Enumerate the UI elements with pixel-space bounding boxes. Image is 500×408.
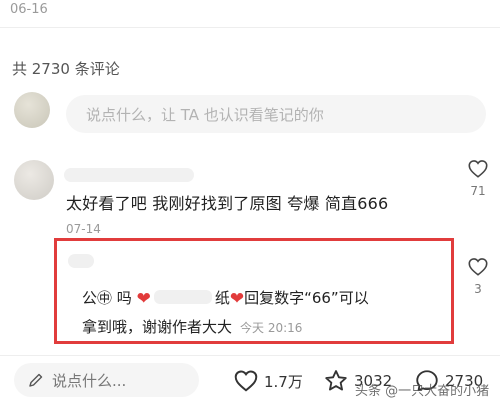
my-avatar <box>14 92 50 128</box>
reply-like-heart-icon[interactable] <box>467 256 489 278</box>
reply-line-2: 拿到哦，谢谢作者大大 今天 20:16 <box>82 316 302 337</box>
reply-time: 今天 20:16 <box>240 321 303 335</box>
comment-input-placeholder: 说点什么，让 TA 也认识看笔记的你 <box>86 106 324 124</box>
commenter-name-blurred <box>64 168 194 182</box>
heart-icon <box>234 370 258 392</box>
comment-input[interactable]: 说点什么，让 TA 也认识看笔记的你 <box>66 95 486 133</box>
star-icon <box>325 370 347 391</box>
post-date: 06-16 <box>10 2 48 17</box>
reply-like-count: 3 <box>474 282 482 296</box>
like-action[interactable]: 1.7万 <box>232 368 303 394</box>
comment-date: 07-14 <box>66 222 101 236</box>
reply-line1-tail: 回复数字“66”可以 <box>244 289 369 307</box>
comment-count: 共 2730 条评论 <box>12 60 120 78</box>
reply-text-line2: 拿到哦，谢谢作者大大 <box>82 318 233 336</box>
comment-like-count: 71 <box>470 184 486 198</box>
watermark: 头条 @一只大奋的小猪 <box>355 384 490 399</box>
red-heart-icon: ❤ <box>136 289 151 309</box>
bottom-comment-input[interactable]: 说点什么... <box>14 363 199 397</box>
like-count: 1.7万 <box>264 372 303 391</box>
reply-line-1: 公㊥ 吗 ❤ 纸❤回复数字“66”可以 <box>82 287 369 309</box>
comment-like-heart-icon[interactable] <box>467 158 489 180</box>
comment-text: 太好看了吧 我刚好找到了原图 夸爆 简直666 <box>66 194 389 213</box>
reply-blurred-text <box>153 290 212 304</box>
red-heart-icon-2: ❤ <box>229 289 245 309</box>
reply-prefix: 公㊥ 吗 <box>82 289 132 307</box>
bottom-input-placeholder: 说点什么... <box>52 372 127 390</box>
top-divider <box>0 27 500 28</box>
reply-fragment: 纸 <box>214 289 230 307</box>
reply-author-blurred <box>68 254 94 268</box>
commenter-avatar[interactable] <box>14 160 54 200</box>
bottom-divider <box>0 355 500 356</box>
pencil-icon <box>29 373 43 387</box>
